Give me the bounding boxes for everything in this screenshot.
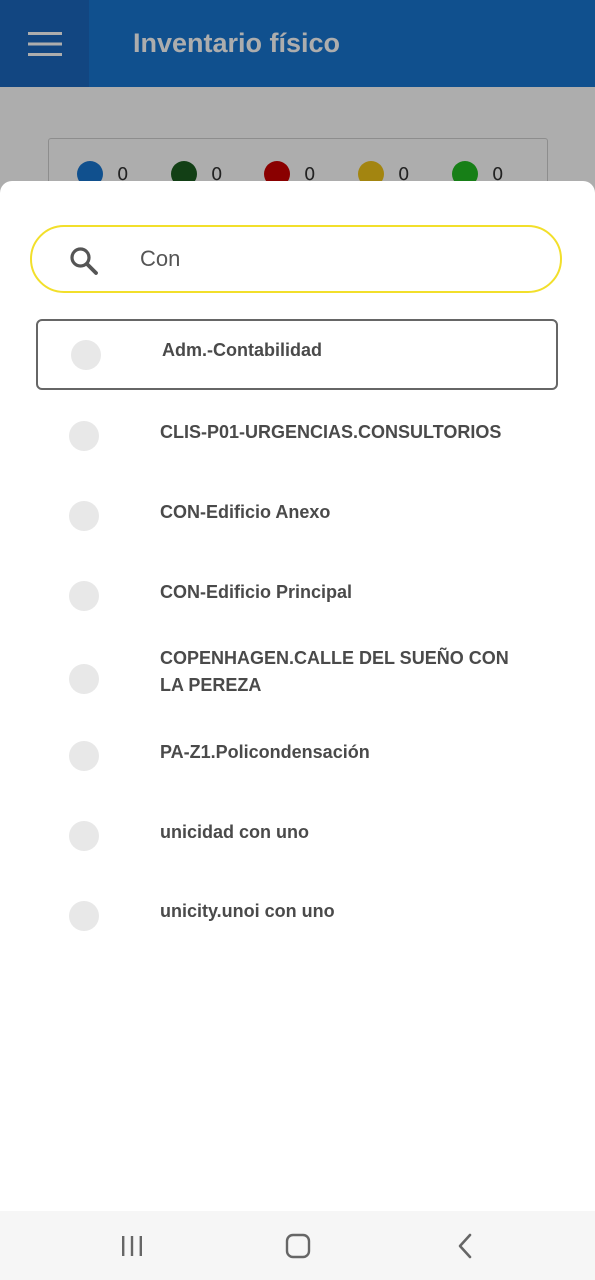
list-item-label: PA-Z1.Policondensación <box>160 742 370 762</box>
list-item[interactable]: CLIS-P01-URGENCIAS.CONSULTORIOS <box>36 399 558 469</box>
search-icon <box>70 247 98 275</box>
back-icon <box>458 1233 472 1259</box>
home-button[interactable] <box>278 1231 318 1261</box>
recents-icon <box>122 1236 142 1256</box>
list-item-label: COPENHAGEN.CALLE DEL SUEÑO CON LA PEREZA <box>160 648 509 695</box>
search-box[interactable] <box>30 225 562 293</box>
radio-button[interactable] <box>69 901 99 931</box>
home-icon <box>285 1233 311 1259</box>
radio-button[interactable] <box>69 741 99 771</box>
list-item-label: Adm.-Contabilidad <box>162 340 322 360</box>
radio-button[interactable] <box>69 821 99 851</box>
screen: Inventario físico 0 0 0 0 0 Con Adm.-Con… <box>0 0 595 1280</box>
radio-button[interactable] <box>71 340 101 370</box>
location-picker-sheet: Adm.-Contabilidad CLIS-P01-URGENCIAS.CON… <box>0 181 595 1211</box>
list-item[interactable]: COPENHAGEN.CALLE DEL SUEÑO CON LA PEREZA <box>36 635 558 715</box>
list-item[interactable]: Adm.-Contabilidad <box>36 319 558 390</box>
system-nav-bar <box>0 1211 595 1280</box>
recents-button[interactable] <box>112 1231 152 1261</box>
list-item[interactable]: unicity.unoi con uno <box>36 879 558 949</box>
radio-button[interactable] <box>69 581 99 611</box>
search-input[interactable] <box>140 239 520 279</box>
radio-button[interactable] <box>69 664 99 694</box>
back-button[interactable] <box>445 1231 485 1261</box>
list-item[interactable]: PA-Z1.Policondensación <box>36 719 558 789</box>
list-item-label: CLIS-P01-URGENCIAS.CONSULTORIOS <box>160 422 502 442</box>
list-item-label: CON-Edificio Principal <box>160 582 353 602</box>
list-item-label: unicity.unoi con uno <box>160 901 335 921</box>
radio-button[interactable] <box>69 501 99 531</box>
list-item[interactable]: unicidad con uno <box>36 799 558 869</box>
list-item[interactable]: CON-Edificio Principal <box>36 559 558 629</box>
radio-button[interactable] <box>69 421 99 451</box>
list-item-label: unicidad con uno <box>160 822 309 842</box>
list-item-label: CON-Edificio Anexo <box>160 502 331 522</box>
list-item[interactable]: CON-Edificio Anexo <box>36 479 558 549</box>
